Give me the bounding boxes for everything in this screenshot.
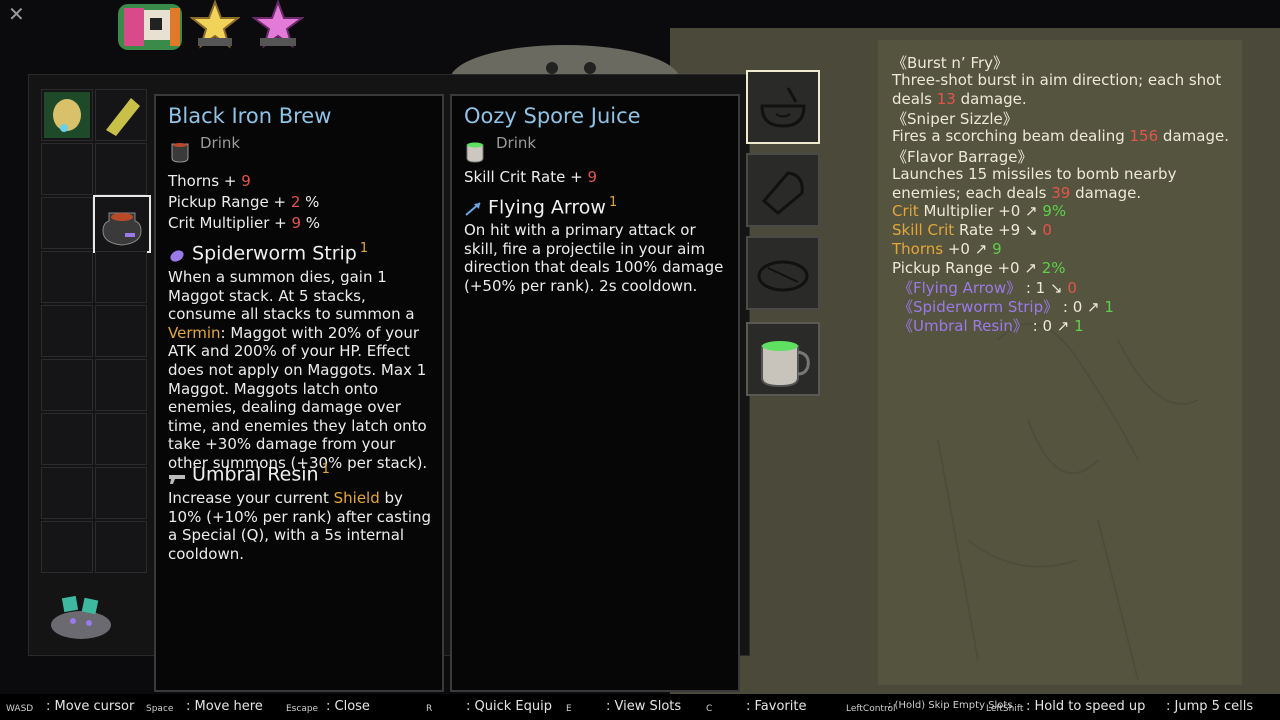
equip-slot-bowl[interactable] [746, 70, 820, 144]
cmp-skill-crit-rate: Skill Crit Rate +9 ↘ 0 [892, 221, 1052, 239]
cmp-pickup-range: Pickup Range +0 ↗ 2% [892, 259, 1066, 277]
hint-move-here: : Move here [186, 699, 263, 714]
key-escape: Escape [286, 704, 319, 714]
key-leftshift: LeftShift [986, 704, 1024, 714]
hint-speed-up: : Hold to speed up [1026, 699, 1146, 714]
juice-mug-icon [464, 138, 490, 164]
inventory-slot[interactable] [95, 521, 147, 573]
equip-slot-drink[interactable] [746, 322, 820, 396]
inventory-slot[interactable] [95, 143, 147, 195]
cauldron-icon[interactable] [43, 587, 119, 643]
inventory-slot[interactable] [41, 521, 93, 573]
item-title: Black Iron Brew [168, 104, 332, 128]
equip-slot-fish[interactable] [746, 236, 820, 310]
skill-flying-arrow: Flying Arrow 1 [464, 195, 617, 218]
skill-desc-spiderworm: When a summon dies, gain 1 Maggot stack.… [168, 268, 428, 472]
gun-icon [168, 468, 186, 484]
backpack-icon [114, 0, 186, 52]
inventory-slot[interactable] [95, 89, 147, 141]
inventory-slot[interactable] [95, 467, 147, 519]
hint-favorite: : Favorite [746, 699, 807, 714]
burst-desc-a: Three-shot burst in aim direction; each … [892, 71, 1222, 89]
inventory-slot[interactable] [95, 251, 147, 303]
inventory-slot[interactable] [41, 143, 93, 195]
hint-quick-equip: : Quick Equip [466, 699, 552, 714]
inventory-slot[interactable] [41, 359, 93, 411]
stat-skill-crit-rate: Skill Crit Rate + 9 [464, 168, 597, 186]
sniper-title: 《Sniper Sizzle》 [892, 110, 1018, 128]
inventory-slot[interactable] [41, 251, 93, 303]
skill-umbral-resin: Umbral Resin 1 [168, 462, 330, 485]
cmp-flying-arrow: 《Flying Arrow》 : 1 ↘ 0 [898, 279, 1077, 297]
skill-spiderworm-strip: Spiderworm Strip 1 [168, 241, 368, 264]
pink-star-icon [250, 0, 306, 50]
star-icon [189, 0, 241, 50]
key-c: C [706, 704, 713, 714]
inventory-slot[interactable] [95, 305, 147, 357]
item-type: Drink [496, 134, 537, 152]
stat-crit-multiplier: Crit Multiplier + 9 % [168, 214, 321, 232]
stat-thorns: Thorns + 9 [168, 172, 251, 190]
burst-desc-b: deals 13 damage. [892, 90, 1027, 108]
flavor-title: 《Flavor Barrage》 [892, 148, 1033, 166]
inventory-slot[interactable] [41, 197, 93, 249]
skill-desc-flying-arrow: On hit with a primary attack or skill, f… [464, 221, 724, 295]
inventory-slot[interactable] [95, 359, 147, 411]
cmp-spiderworm-strip: 《Spiderworm Strip》 : 0 ↗ 1 [898, 298, 1114, 316]
cmp-umbral-resin: 《Umbral Resin》 : 0 ↗ 1 [898, 317, 1084, 335]
flavor-desc-b: enemies; each deals 39 damage. [892, 184, 1142, 202]
burst-title: 《Burst n’ Fry》 [892, 54, 1009, 72]
key-e: E [566, 704, 572, 714]
cmp-crit-multiplier: Crit Multiplier +0 ↗ 9% [892, 202, 1067, 220]
key-r: R [426, 704, 433, 714]
skill-desc-umbral-resin: Increase your current Shield by 10% (+10… [168, 489, 432, 563]
stat-pickup-range: Pickup Range + 2 % [168, 193, 320, 211]
item-title: Oozy Spore Juice [464, 104, 641, 128]
equip-slot-meat[interactable] [746, 153, 820, 227]
tooltip-oozy-spore-juice: Oozy Spore Juice Drink Skill Crit Rate +… [450, 94, 740, 692]
tooltip-black-iron-brew: Black Iron Brew Drink Thorns + 9 Pickup … [154, 94, 444, 692]
inventory-slot[interactable] [41, 89, 93, 141]
inventory-slot[interactable] [41, 467, 93, 519]
arrow-icon [464, 200, 482, 216]
sniper-desc: Fires a scorching beam dealing 156 damag… [892, 127, 1229, 145]
hint-close: : Close [326, 699, 370, 714]
inventory-slot[interactable] [41, 413, 93, 465]
inventory-slot[interactable] [41, 305, 93, 357]
key-space: Space [146, 704, 174, 714]
close-icon[interactable]: ✕ [8, 2, 25, 26]
cmp-thorns: Thorns +0 ↗ 9 [892, 240, 1002, 258]
hint-move-cursor: : Move cursor [46, 699, 135, 714]
flavor-desc-a: Launches 15 missiles to bomb nearby [892, 165, 1177, 183]
hint-view-slots: : View Slots [606, 699, 682, 714]
inventory-slot[interactable] [95, 413, 147, 465]
item-type: Drink [200, 134, 241, 152]
mug-icon [168, 138, 194, 164]
selected-inventory-slot[interactable] [93, 195, 151, 253]
key-wasd: WASD [6, 704, 34, 714]
hint-jump-5: : Jump 5 cells [1166, 699, 1254, 714]
spiderworm-icon [168, 246, 186, 262]
